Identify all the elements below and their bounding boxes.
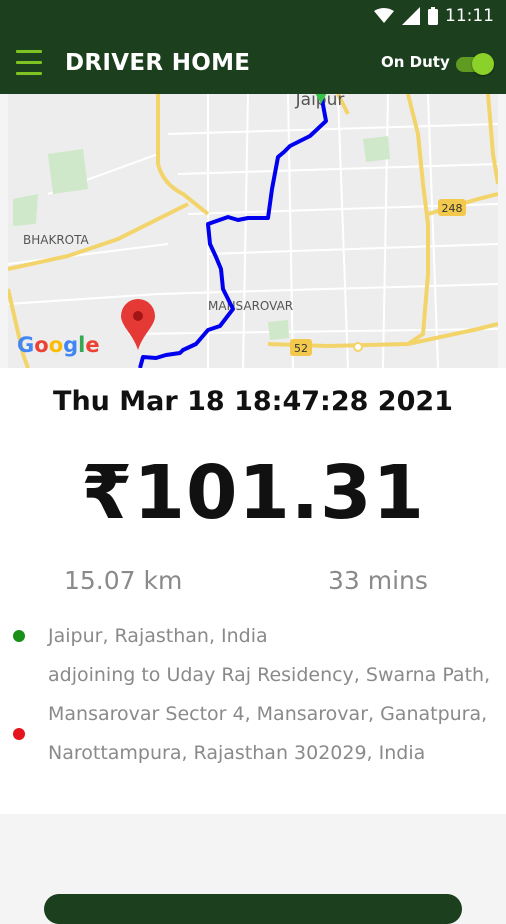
map-canvas: 248 52 Jaipur BHAKROTA MANSAROVAR Google <box>8 94 498 368</box>
pin-center <box>133 311 143 321</box>
park-area <box>48 149 88 194</box>
park-area <box>363 136 390 162</box>
google-logo: Google <box>17 333 100 357</box>
map-area-label: BHAKROTA <box>23 233 90 247</box>
wifi-icon <box>374 8 394 23</box>
route-map[interactable]: 248 52 Jaipur BHAKROTA MANSAROVAR Google <box>8 94 498 368</box>
pickup-dot-icon <box>13 630 25 642</box>
pickup-address: Jaipur, Rajasthan, India <box>48 625 268 647</box>
bottom-action-button[interactable] <box>44 894 462 924</box>
drop-address: adjoining to Uday Raj Residency, Swarna … <box>48 664 491 764</box>
trip-datetime: Thu Mar 18 18:47:28 2021 <box>53 386 453 417</box>
road-label-52: 52 <box>294 342 308 355</box>
menu-icon[interactable] <box>16 50 42 76</box>
park-area <box>268 320 289 340</box>
trip-distance: 15.07 km <box>64 566 183 595</box>
status-time: 11:11 <box>445 6 494 26</box>
trip-card: Thu Mar 18 18:47:28 2021 ₹101.31 15.07 k… <box>0 368 506 814</box>
status-bar: 11:11 <box>0 0 506 34</box>
roundabout <box>353 342 363 352</box>
duty-toggle[interactable] <box>456 52 494 76</box>
map-area-label: MANSAROVAR <box>208 299 293 313</box>
duty-label: On Duty <box>381 53 450 71</box>
drop-dot-icon <box>13 728 25 740</box>
trip-duration: 33 mins <box>328 566 428 595</box>
app-bar: DRIVER HOME On Duty <box>0 34 506 94</box>
status-icons <box>374 7 438 25</box>
park-area <box>13 194 38 226</box>
signal-icon <box>402 7 420 25</box>
toggle-thumb <box>472 53 494 75</box>
trip-fare: ₹101.31 <box>80 450 426 536</box>
road-label-248: 248 <box>442 202 463 215</box>
page-title: DRIVER HOME <box>65 50 251 76</box>
battery-icon <box>428 7 438 25</box>
